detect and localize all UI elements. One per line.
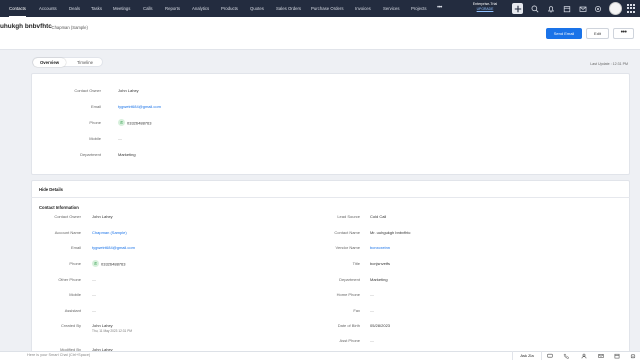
send-email-button[interactable]: Send Email — [546, 28, 582, 39]
vendor-link[interactable]: bcnxcxeinn — [370, 245, 390, 250]
field-label: Home Phone — [336, 292, 360, 297]
account-link[interactable]: Chapman (Sample) — [92, 230, 127, 235]
field-label: Mobile — [69, 292, 81, 297]
nav-tab-quotes[interactable]: Quotes — [250, 0, 264, 17]
phone-icon[interactable]: ✆ — [92, 260, 99, 267]
details-card — [31, 180, 630, 360]
phone-icon[interactable]: ✆ — [118, 119, 125, 126]
field-value[interactable]: John Lahey — [92, 214, 113, 219]
email-link[interactable]: tygwetrt684@gmail.com — [92, 245, 135, 250]
field-value[interactable]: Mr. uuhgukgh bnbvfhtc — [370, 230, 410, 235]
field-value[interactable]: — — [92, 277, 96, 282]
field-label: Asst Phone — [339, 338, 360, 343]
plus-icon[interactable] — [512, 3, 523, 14]
field-label: Title — [352, 261, 360, 266]
field-value[interactable]: — — [370, 292, 374, 297]
email-link[interactable]: tygwetrt684@gmail.com — [118, 104, 161, 109]
bell-icon[interactable] — [545, 3, 556, 14]
field-label: Account Name — [54, 230, 81, 235]
nav-tab-invoices[interactable]: Invoices — [355, 0, 371, 17]
nav-tab-purchase-orders[interactable]: Purchase Orders — [311, 0, 343, 17]
smart-chat-input[interactable]: Here is your Smart Chat (Ctrl+Space) — [27, 351, 90, 360]
edit-button[interactable]: Edit — [586, 28, 609, 39]
field-label: Mobile — [89, 136, 101, 141]
phone-call-icon[interactable] — [562, 352, 570, 360]
nav-tab-contacts[interactable]: Contacts — [9, 0, 26, 17]
created-time: Thu, 11 May 2023 12:31 PM — [92, 329, 132, 333]
smart-chat-bar — [0, 351, 640, 360]
field-value[interactable]: Marketing — [118, 152, 136, 157]
section-title: Contact Information — [39, 205, 79, 210]
upgrade-link[interactable]: UPGRADE — [466, 7, 504, 12]
field-label: Phone — [89, 120, 101, 125]
field-value[interactable]: bcnjsnvetfs — [370, 261, 390, 266]
view-tabs: Overview Timeline — [32, 57, 103, 67]
field-value[interactable]: — — [92, 292, 96, 297]
field-value[interactable]: Cold Call — [370, 214, 386, 219]
field-label: Created By — [60, 323, 81, 328]
nav-tab-accounts[interactable]: Accounts — [39, 0, 57, 17]
bot-icon[interactable] — [629, 352, 637, 360]
field-label: Fax — [353, 308, 360, 313]
nav-more-tabs-button[interactable]: ••• — [437, 0, 442, 17]
field-label: Email — [70, 245, 81, 250]
top-navigation-bar: Contacts Accounts Deals Tasks Meetings C… — [0, 0, 640, 17]
field-value[interactable]: — — [370, 308, 374, 313]
ask-zia-button[interactable]: Ask Zia — [512, 351, 542, 360]
plan-info: Enterprise-Trial UPGRADE — [466, 2, 504, 12]
chat-icon[interactable] — [546, 352, 554, 360]
nav-tab-deals[interactable]: Deals — [69, 0, 80, 17]
mail-icon[interactable] — [597, 352, 605, 360]
field-label: Date of Birth — [337, 323, 360, 328]
field-value[interactable]: — — [92, 308, 96, 313]
field-label: Assistant — [64, 308, 81, 313]
search-icon[interactable] — [529, 3, 540, 14]
field-label: Department — [80, 152, 101, 157]
plan-name: Enterprise-Trial — [472, 2, 498, 6]
record-account[interactable]: - Chapman (Sample) — [49, 25, 88, 30]
nav-tab-tasks[interactable]: Tasks — [91, 0, 102, 17]
field-value[interactable]: 05/28/2023 — [370, 323, 390, 328]
nav-tab-projects[interactable]: Projects — [411, 0, 427, 17]
field-value[interactable]: — — [118, 136, 122, 141]
nav-tab-analytics[interactable]: Analytics — [192, 0, 209, 17]
field-label: Lead Source — [337, 214, 360, 219]
record-name: uhukgh bnbvfhtc — [0, 23, 52, 30]
contacts-icon[interactable] — [580, 352, 588, 360]
phone-value[interactable]: ✆ 03326488763 — [118, 119, 151, 127]
phone-value[interactable]: ✆ 03326488763 — [92, 260, 125, 268]
field-value[interactable]: Marketing — [370, 277, 388, 282]
field-label: Other Phone — [58, 277, 81, 282]
hide-details-link[interactable]: Hide Details — [39, 187, 63, 192]
mail-icon[interactable] — [577, 3, 588, 14]
nav-tab-products[interactable]: Products — [221, 0, 238, 17]
nav-tab-services[interactable]: Services — [383, 0, 399, 17]
tab-timeline[interactable]: Timeline — [68, 58, 102, 67]
field-value: John Lahey — [92, 323, 113, 328]
field-label: Contact Owner — [74, 88, 101, 93]
avatar[interactable] — [609, 2, 622, 15]
nav-tab-reports[interactable]: Reports — [165, 0, 180, 17]
nav-tab-meetings[interactable]: Meetings — [113, 0, 130, 17]
divider — [31, 197, 630, 198]
calendar-icon[interactable] — [561, 3, 572, 14]
field-value[interactable]: — — [370, 338, 374, 343]
calendar-icon[interactable] — [613, 352, 621, 360]
settings-icon[interactable] — [592, 3, 603, 14]
field-label: Contact Owner — [54, 214, 81, 219]
last-update: Last Update : 12:31 PM — [590, 62, 628, 66]
field-label: Phone — [69, 261, 81, 266]
nav-tab-calls[interactable]: Calls — [143, 0, 153, 17]
field-label: Department — [339, 277, 360, 282]
field-label: Email — [90, 104, 101, 109]
tab-overview[interactable]: Overview — [33, 58, 66, 67]
apps-grid-icon[interactable] — [627, 4, 636, 13]
record-header — [0, 17, 640, 50]
field-label: Vendor Name — [335, 245, 360, 250]
nav-tab-sales-orders[interactable]: Sales Orders — [276, 0, 301, 17]
more-actions-button[interactable]: ••• — [613, 28, 634, 39]
field-label: Contact Name — [334, 230, 360, 235]
field-value[interactable]: John Lahey — [118, 88, 139, 93]
